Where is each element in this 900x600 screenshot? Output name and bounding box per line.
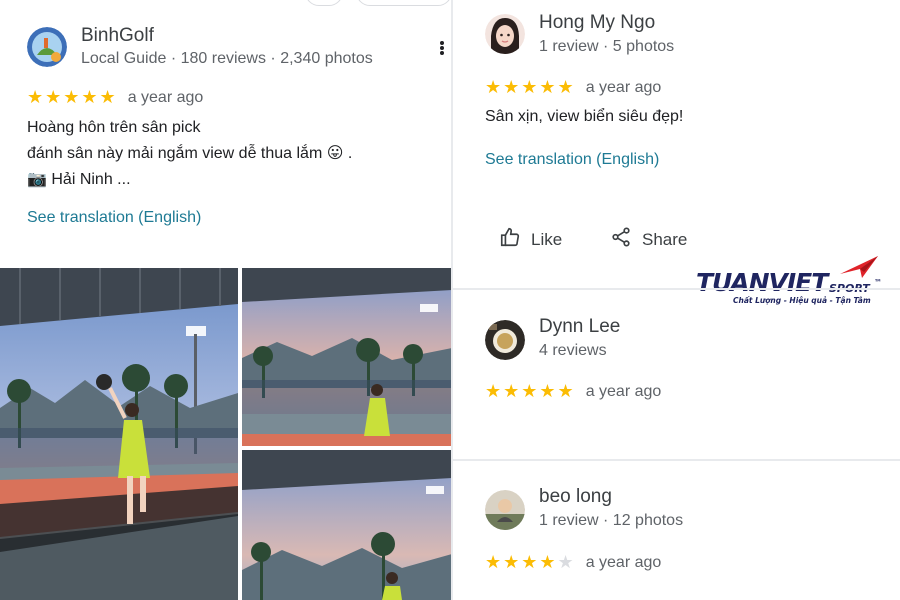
reviewer-avatar[interactable]: [485, 14, 525, 54]
more-vert-icon[interactable]: [436, 40, 448, 60]
like-label: Like: [531, 229, 563, 249]
right-review-panel: Hong My Ngo 1 review · 5 photos ★★★★★ a …: [452, 0, 900, 600]
review-photo-1[interactable]: [0, 268, 238, 600]
see-translation-link[interactable]: See translation (English): [485, 151, 659, 169]
review-photo-3[interactable]: [242, 450, 452, 600]
see-translation-link[interactable]: See translation (English): [27, 209, 201, 227]
review-separator: [452, 459, 900, 461]
logo-swoosh-icon: [840, 256, 878, 278]
top-chip-2[interactable]: [356, 0, 452, 6]
share-button[interactable]: Share: [610, 226, 687, 253]
rating-row: ★★★★★ a year ago: [485, 552, 661, 573]
review-line-3: 📷 Hải Ninh ...: [27, 171, 131, 188]
review-time: a year ago: [585, 78, 662, 96]
logo-tagline: Chất Lượng - Hiệu quả - Tận Tâm: [733, 296, 871, 305]
reviewer-avatar[interactable]: [485, 320, 525, 360]
rating-row: ★★★★★ a year ago: [485, 381, 661, 402]
reviewer-meta: Local Guide · 180 reviews · 2,340 photos: [81, 50, 373, 67]
reviewer-name[interactable]: Hong My Ngo: [539, 12, 655, 34]
review-line-1: Hoàng hôn trên sân pick: [27, 119, 201, 136]
reviewer-meta: 4 reviews: [539, 342, 607, 359]
top-chip-1[interactable]: [305, 0, 343, 6]
logo-tm: ™: [874, 278, 882, 287]
review-time: a year ago: [127, 88, 204, 106]
star-empty: ★: [557, 552, 576, 572]
reviewer-avatar[interactable]: [485, 490, 525, 530]
share-label: Share: [642, 229, 688, 249]
star-rating: ★★★★: [485, 552, 558, 572]
reviewer-name[interactable]: Dynn Lee: [539, 316, 620, 338]
star-rating: ★★★★★: [485, 77, 576, 97]
review-line-2: đánh sân này mải ngắm view dễ thua lắm 😛…: [27, 145, 353, 162]
share-icon: [610, 226, 632, 253]
like-button[interactable]: Like: [499, 226, 562, 253]
reviewer-meta: 1 review · 12 photos: [539, 512, 684, 529]
review-photo-2[interactable]: [242, 268, 452, 446]
reviewer-meta: 1 review · 5 photos: [539, 38, 675, 55]
star-rating: ★★★★★: [27, 87, 118, 107]
review-text: Hoàng hôn trên sân pick đánh sân này mải…: [27, 115, 442, 193]
thumb-up-icon: [499, 226, 521, 253]
review-time: a year ago: [585, 382, 662, 400]
reviewer-avatar[interactable]: [27, 27, 67, 67]
left-review-panel: BinhGolf Local Guide · 180 reviews · 2,3…: [0, 0, 452, 600]
review-time: a year ago: [585, 553, 662, 571]
tuanviet-logo: TUANVIET SPORT ™ Chất Lượng - Hiệu quả -…: [696, 256, 896, 308]
review-separator: [452, 288, 900, 290]
rating-row: ★★★★★ a year ago: [27, 87, 203, 108]
reviewer-name[interactable]: BinhGolf: [81, 25, 154, 47]
star-rating: ★★★★★: [485, 381, 576, 401]
reviewer-name[interactable]: beo long: [539, 486, 612, 508]
review-text: Sân xịn, view biển siêu đẹp!: [485, 108, 684, 125]
logo-brand: TUANVIET: [696, 268, 828, 297]
rating-row: ★★★★★ a year ago: [485, 77, 661, 98]
